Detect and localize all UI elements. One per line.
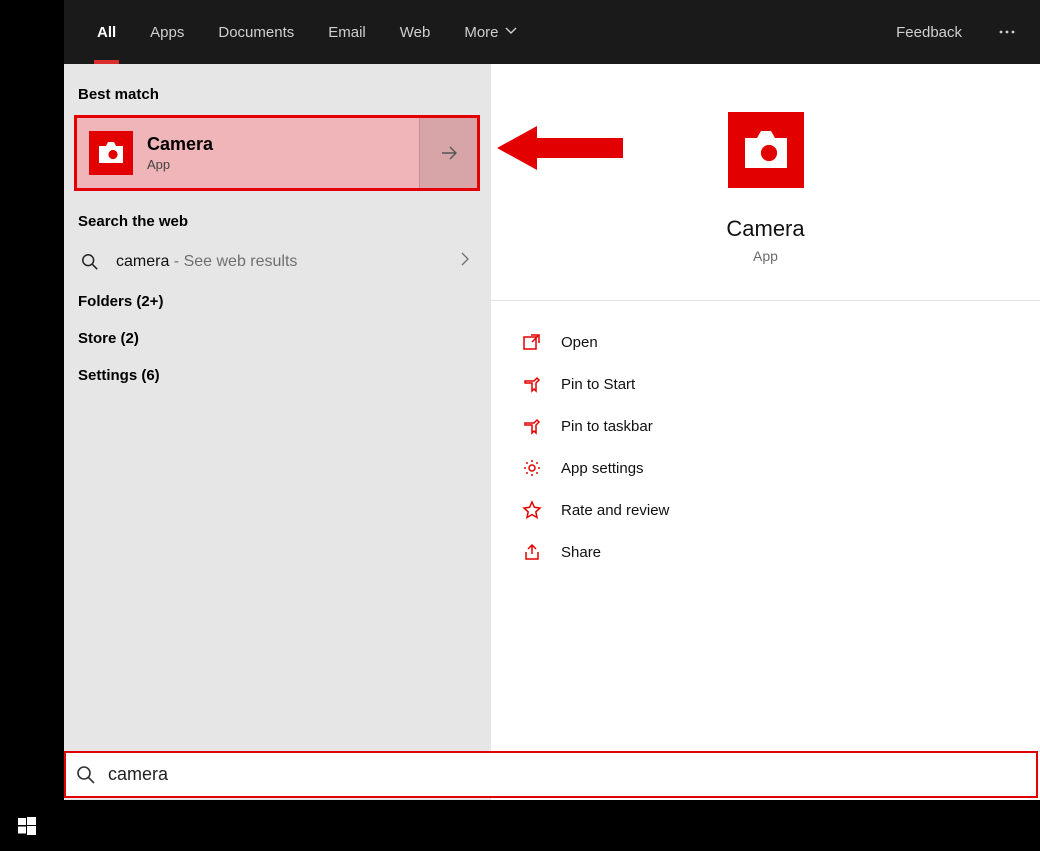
action-label: Share [561, 544, 601, 561]
feedback-link[interactable]: Feedback [880, 0, 978, 64]
action-label: App settings [561, 460, 644, 477]
app-hero: Camera App [491, 64, 1040, 301]
arrow-right-icon [439, 143, 459, 163]
chevron-right-icon [458, 252, 472, 271]
web-result-text: camera - See web results [116, 253, 444, 271]
best-match-expand-button[interactable] [419, 118, 477, 188]
best-match-title: Camera [147, 134, 213, 155]
open-icon [521, 331, 543, 353]
tab-label: Documents [218, 24, 294, 41]
action-app-settings[interactable]: App settings [491, 447, 1040, 489]
tab-apps[interactable]: Apps [133, 0, 201, 64]
category-label: Store (2) [78, 330, 139, 347]
feedback-label: Feedback [896, 24, 962, 41]
ellipsis-icon [997, 22, 1017, 42]
taskbar [0, 800, 1040, 851]
action-pin-start[interactable]: Pin to Start [491, 363, 1040, 405]
filter-tabs: All Apps Documents Email Web More [64, 0, 534, 64]
pin-icon [521, 373, 543, 395]
black-left-rail [0, 0, 64, 851]
app-actions: Open Pin to Start Pin to taskbar App set… [491, 301, 1040, 573]
section-label-best-match: Best match [64, 74, 490, 113]
best-match-subtitle: App [147, 157, 213, 172]
tab-label: All [97, 24, 116, 41]
category-label: Folders (2+) [78, 293, 163, 310]
camera-app-icon-large [728, 112, 804, 188]
action-rate[interactable]: Rate and review [491, 489, 1040, 531]
action-share[interactable]: Share [491, 531, 1040, 573]
action-label: Open [561, 334, 598, 351]
share-icon [521, 541, 543, 563]
tab-documents[interactable]: Documents [201, 0, 311, 64]
tab-more[interactable]: More [447, 0, 533, 64]
best-match-result[interactable]: Camera App [74, 115, 480, 191]
category-label: Settings (6) [78, 367, 160, 384]
more-options-button[interactable] [984, 0, 1030, 64]
action-open[interactable]: Open [491, 321, 1040, 363]
search-icon [78, 253, 102, 271]
results-column: Best match Camera App Search the web [64, 64, 491, 800]
chevron-down-icon [505, 24, 517, 41]
tab-label: Email [328, 24, 366, 41]
category-store[interactable]: Store (2) [64, 320, 490, 357]
star-icon [521, 499, 543, 521]
preview-column: Camera App Open Pin to Start Pin to task… [491, 64, 1040, 800]
tab-label: More [464, 24, 498, 41]
search-icon [76, 765, 96, 785]
action-label: Pin to taskbar [561, 418, 653, 435]
tab-label: Apps [150, 24, 184, 41]
app-subtitle: App [753, 248, 778, 264]
action-label: Rate and review [561, 502, 669, 519]
tab-label: Web [400, 24, 431, 41]
camera-app-icon [89, 131, 133, 175]
category-settings[interactable]: Settings (6) [64, 357, 490, 394]
gear-icon [521, 457, 543, 479]
search-filter-header: All Apps Documents Email Web More Feedba… [64, 0, 1040, 64]
web-search-result[interactable]: camera - See web results [64, 240, 490, 283]
search-input[interactable] [106, 763, 1026, 786]
pin-icon [521, 415, 543, 437]
windows-icon [18, 817, 36, 835]
tab-web[interactable]: Web [383, 0, 448, 64]
category-folders[interactable]: Folders (2+) [64, 283, 490, 320]
app-title: Camera [726, 216, 804, 242]
search-bar[interactable] [64, 751, 1038, 798]
section-label-search-web: Search the web [64, 201, 490, 240]
tab-email[interactable]: Email [311, 0, 383, 64]
action-pin-taskbar[interactable]: Pin to taskbar [491, 405, 1040, 447]
action-label: Pin to Start [561, 376, 635, 393]
start-button[interactable] [0, 800, 53, 851]
tab-all[interactable]: All [80, 0, 133, 64]
